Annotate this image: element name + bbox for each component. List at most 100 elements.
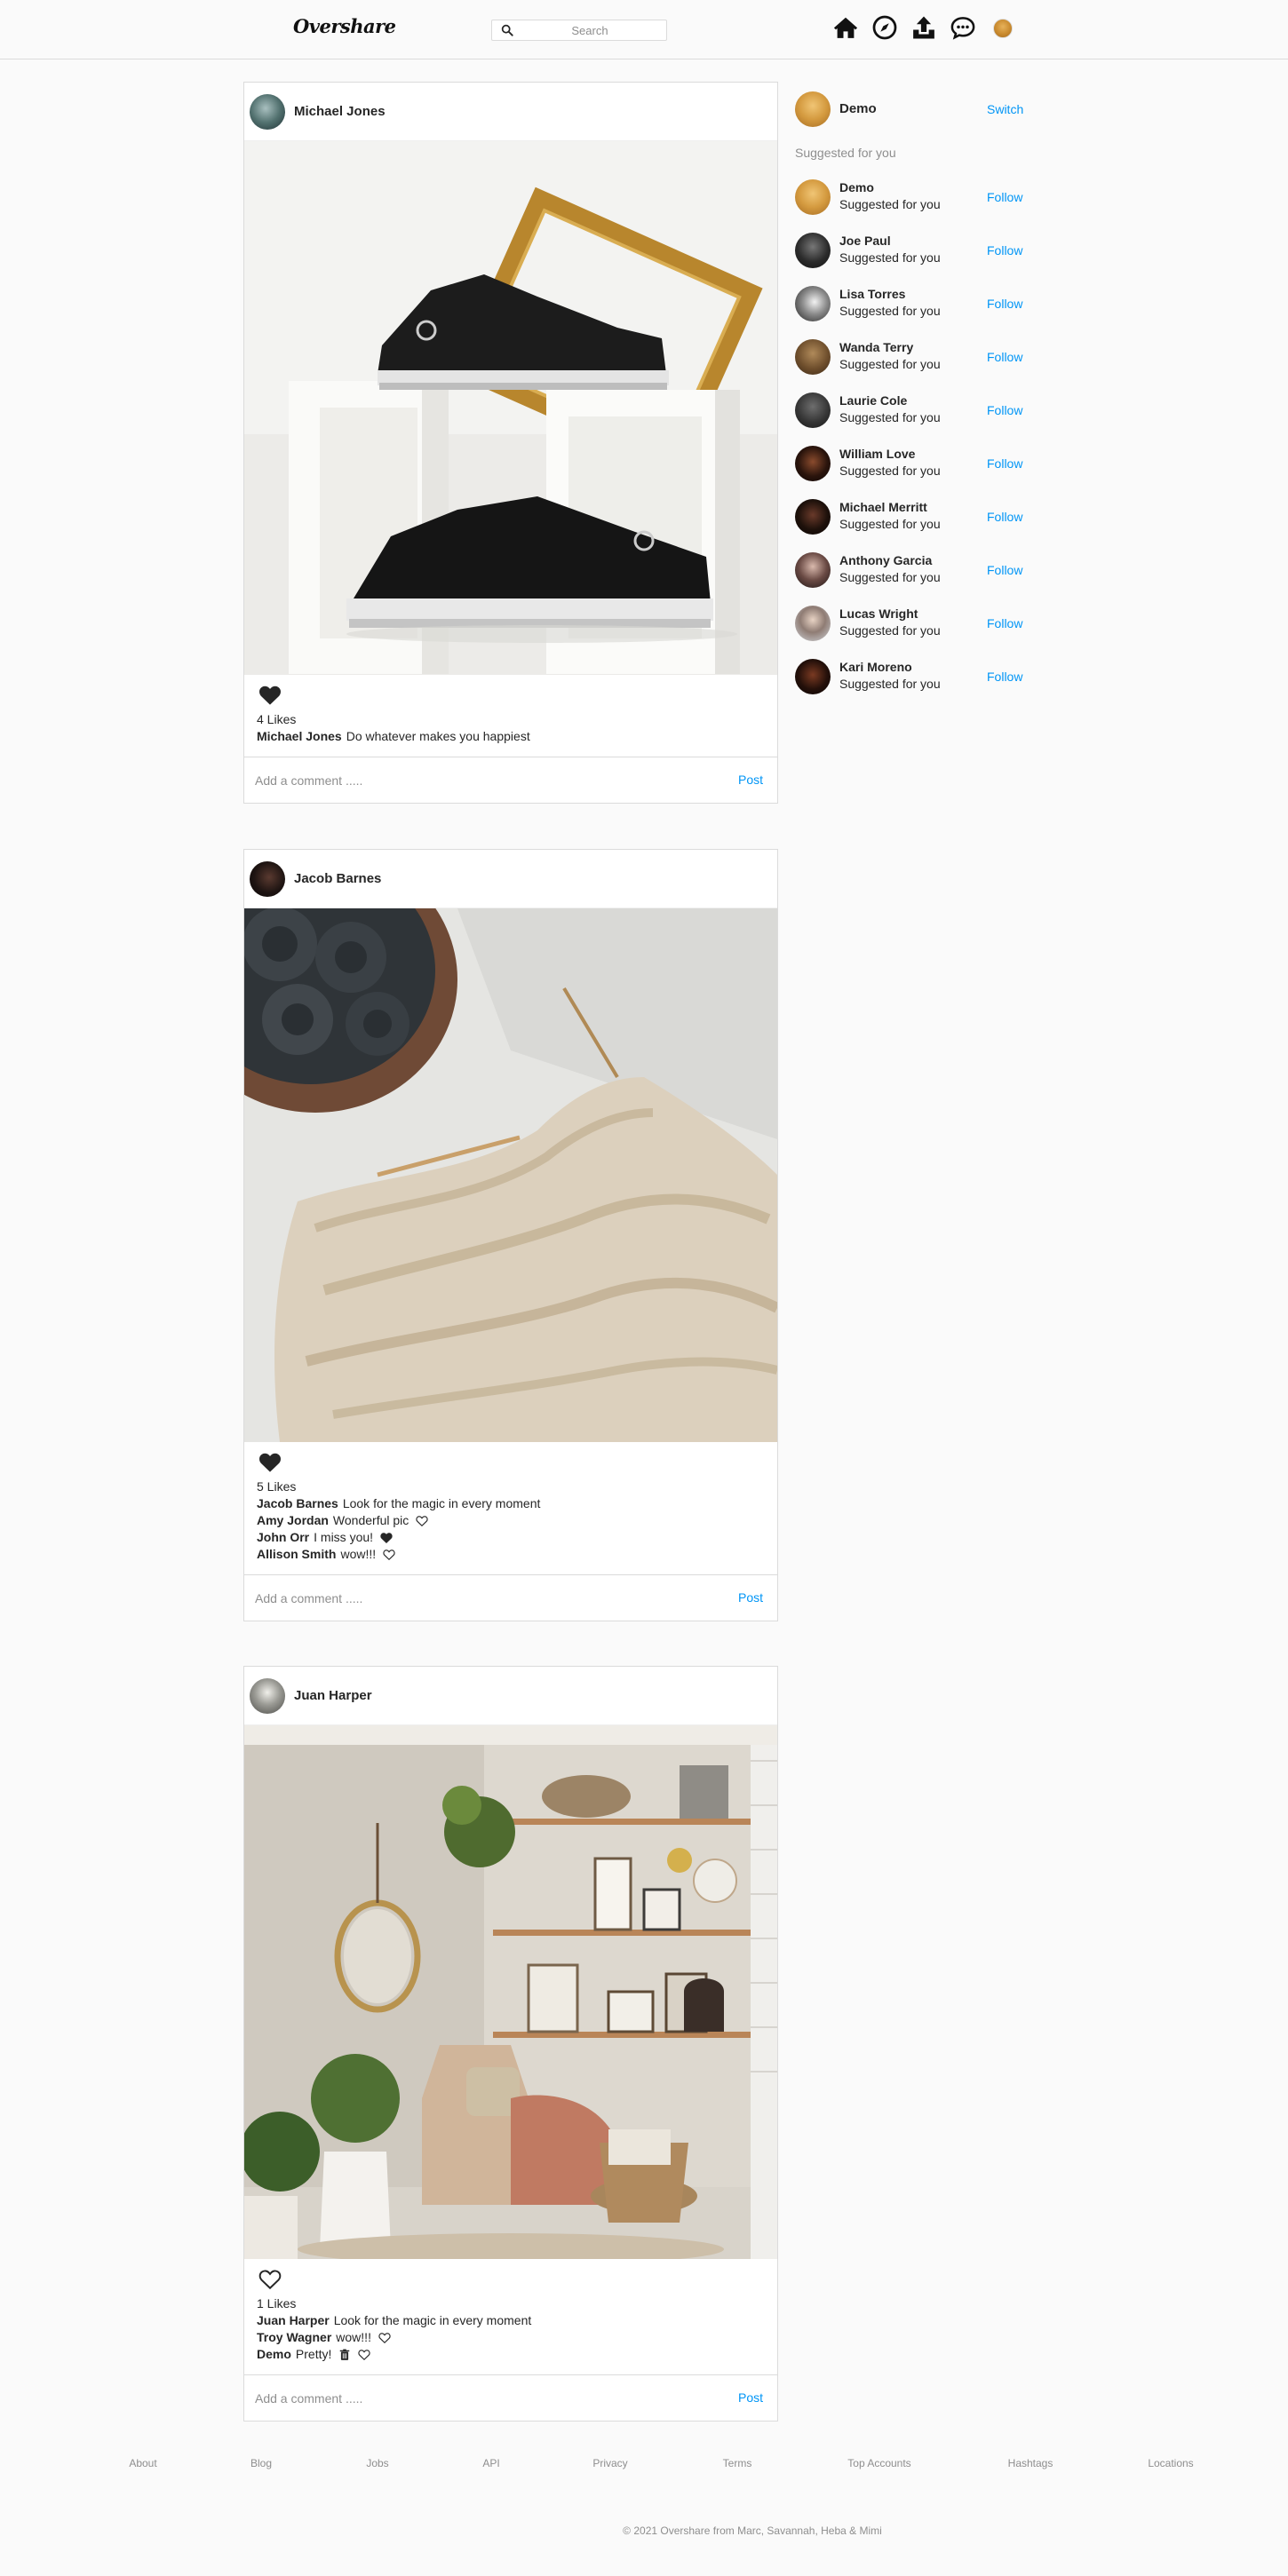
suggestion-avatar[interactable] [795, 339, 831, 375]
post-caption: Jacob Barnes Look for the magic in every… [257, 1495, 765, 1512]
follow-button[interactable]: Follow [987, 563, 1022, 577]
comment-like-heart-icon[interactable] [380, 1532, 393, 1544]
footer-link-top-accounts[interactable]: Top Accounts [847, 2457, 910, 2469]
comment-input[interactable] [255, 771, 681, 790]
copyright-text: © 2021 Overshare from Marc, Savannah, He… [623, 2524, 882, 2537]
suggestion-name[interactable]: Lucas Wright [839, 606, 918, 621]
suggestion-name[interactable]: Kari Moreno [839, 660, 912, 674]
suggestion-name[interactable]: Wanda Terry [839, 340, 913, 354]
suggestion-subtitle: Suggested for you [839, 250, 941, 265]
top-nav: Overshare [0, 0, 1288, 59]
suggestion-avatar[interactable] [795, 392, 831, 428]
follow-button[interactable]: Follow [987, 297, 1022, 311]
follow-button[interactable]: Follow [987, 510, 1022, 524]
footer-link-jobs[interactable]: Jobs [366, 2457, 388, 2469]
comment-username[interactable]: Demo [257, 2346, 291, 2363]
like-heart-icon[interactable] [258, 684, 282, 707]
footer-link-locations[interactable]: Locations [1148, 2457, 1193, 2469]
post-card: Juan Harper 1 Likes Juan Harper Look for… [243, 1666, 778, 2421]
post-actions: 5 Likes Jacob Barnes Look for the magic … [244, 1442, 777, 1563]
suggestion-subtitle: Suggested for you [839, 410, 941, 424]
post-caption: Juan Harper Look for the magic in every … [257, 2312, 765, 2329]
comment-like-heart-icon[interactable] [383, 1549, 395, 1561]
post-author-avatar[interactable] [250, 1678, 285, 1714]
comment-text: Wonderful pic [332, 1513, 409, 1527]
suggestion-item: Lucas Wright Suggested for you Follow [795, 606, 1035, 641]
caption-username[interactable]: Jacob Barnes [257, 1495, 338, 1512]
suggestion-avatar[interactable] [795, 286, 831, 321]
search-icon [501, 24, 513, 36]
caption-username[interactable]: Juan Harper [257, 2312, 330, 2329]
footer-link-privacy[interactable]: Privacy [592, 2457, 627, 2469]
comment-row: Troy Wagner wow!!! [257, 2329, 765, 2346]
caption-username[interactable]: Michael Jones [257, 728, 342, 745]
follow-button[interactable]: Follow [987, 670, 1022, 684]
suggestion-avatar[interactable] [795, 233, 831, 268]
suggestion-avatar[interactable] [795, 446, 831, 481]
comment-input[interactable] [255, 2389, 681, 2408]
footer-link-about[interactable]: About [129, 2457, 156, 2469]
current-user-name[interactable]: Demo [839, 101, 877, 116]
suggestion-avatar[interactable] [795, 499, 831, 535]
post-author-name[interactable]: Juan Harper [294, 1688, 372, 1703]
upload-icon[interactable] [910, 14, 937, 41]
post-author-name[interactable]: Jacob Barnes [294, 871, 381, 886]
footer-link-blog[interactable]: Blog [250, 2457, 272, 2469]
suggestion-name[interactable]: Anthony Garcia [839, 553, 932, 567]
suggestion-name[interactable]: Laurie Cole [839, 393, 907, 408]
suggestion-name[interactable]: Demo [839, 180, 874, 194]
post-actions: 1 Likes Juan Harper Look for the magic i… [244, 2259, 777, 2363]
suggestion-name[interactable]: William Love [839, 447, 915, 461]
follow-button[interactable]: Follow [987, 190, 1022, 204]
messages-icon[interactable] [950, 14, 976, 41]
suggestion-subtitle: Suggested for you [839, 570, 941, 584]
post-comment-button[interactable]: Post [738, 773, 763, 787]
comment-like-heart-icon[interactable] [378, 2332, 391, 2344]
like-heart-icon[interactable] [258, 2268, 282, 2291]
search-input[interactable] [519, 22, 661, 38]
like-heart-icon[interactable] [258, 1451, 282, 1474]
profile-avatar[interactable] [993, 19, 1013, 38]
comment-text: I miss you! [314, 1530, 374, 1544]
footer-link-hashtags[interactable]: Hashtags [1008, 2457, 1053, 2469]
post-author-avatar[interactable] [250, 94, 285, 130]
suggestion-avatar[interactable] [795, 659, 831, 694]
comment-username[interactable]: Amy Jordan [257, 1512, 329, 1529]
search-box[interactable] [491, 20, 667, 41]
caption-text: Do whatever makes you happiest [346, 729, 530, 743]
suggestion-avatar[interactable] [795, 179, 831, 215]
post-comment-button[interactable]: Post [738, 2390, 763, 2405]
footer-link-terms[interactable]: Terms [723, 2457, 752, 2469]
explore-icon[interactable] [871, 14, 898, 41]
follow-button[interactable]: Follow [987, 243, 1022, 258]
comment-like-heart-icon[interactable] [358, 2349, 371, 2361]
suggestions-title: Suggested for you [795, 146, 896, 160]
suggestion-name[interactable]: Michael Merritt [839, 500, 927, 514]
footer-link-api[interactable]: API [482, 2457, 499, 2469]
follow-button[interactable]: Follow [987, 616, 1022, 630]
follow-button[interactable]: Follow [987, 456, 1022, 471]
post-author-name[interactable]: Michael Jones [294, 104, 386, 119]
suggestion-name[interactable]: Joe Paul [839, 234, 891, 248]
switch-account-button[interactable]: Switch [987, 102, 1023, 116]
comment-username[interactable]: Allison Smith [257, 1546, 336, 1563]
suggestions-list: Demo Suggested for you Follow Joe Paul S… [795, 179, 1035, 712]
delete-trash-icon[interactable] [338, 2349, 351, 2361]
comment-username[interactable]: John Orr [257, 1529, 309, 1546]
comment-like-heart-icon[interactable] [416, 1515, 428, 1527]
likes-count: 5 Likes [257, 1479, 297, 1494]
caption-text: Look for the magic in every moment [342, 1496, 541, 1510]
post-comment-button[interactable]: Post [738, 1590, 763, 1605]
home-icon[interactable] [832, 14, 859, 41]
follow-button[interactable]: Follow [987, 350, 1022, 364]
comment-username[interactable]: Troy Wagner [257, 2329, 331, 2346]
follow-button[interactable]: Follow [987, 403, 1022, 417]
app-logo[interactable]: Overshare [293, 15, 396, 37]
suggestion-avatar[interactable] [795, 606, 831, 641]
comment-row: Allison Smith wow!!! [257, 1546, 765, 1563]
comment-input[interactable] [255, 1589, 681, 1608]
current-user-avatar[interactable] [795, 91, 831, 127]
suggestion-name[interactable]: Lisa Torres [839, 287, 905, 301]
post-author-avatar[interactable] [250, 861, 285, 897]
suggestion-avatar[interactable] [795, 552, 831, 588]
